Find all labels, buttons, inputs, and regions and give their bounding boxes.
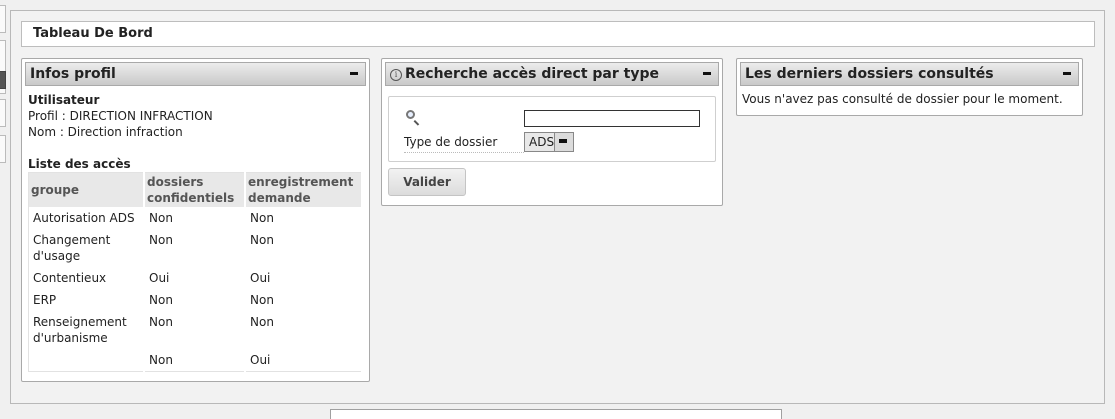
- confidentiels-cell: Non: [144, 289, 246, 311]
- collapse-icon[interactable]: [347, 66, 361, 80]
- column-groupe: groupe: [28, 172, 145, 207]
- type-dossier-value: ADS: [529, 135, 555, 149]
- user-heading: Utilisateur: [28, 93, 100, 107]
- left-nav-tab[interactable]: [0, 135, 6, 163]
- page-title: Tableau De Bord: [21, 21, 1095, 47]
- table-row: Changement d'usage Non Non: [28, 229, 363, 267]
- enregistrement-cell: Non: [245, 311, 363, 349]
- enregistrement-cell: Oui: [245, 349, 363, 372]
- confidentiels-cell: Oui: [144, 267, 246, 289]
- search-input[interactable]: [524, 110, 700, 127]
- profil-widget-header: Infos profil: [25, 62, 366, 86]
- dashboard-container: Tableau De Bord Infos profil Utilisateur…: [10, 10, 1105, 404]
- table-row: Autorisation ADS Non Non: [28, 207, 363, 229]
- confidentiels-cell: Non: [144, 349, 246, 372]
- info-icon: i: [390, 69, 402, 81]
- table-row: Non Oui: [28, 349, 363, 372]
- profil-widget-title: Infos profil: [30, 66, 116, 82]
- left-navigation-edge: [0, 0, 6, 415]
- profil-widget: Infos profil Utilisateur Profil : DIRECT…: [21, 58, 370, 382]
- groupe-cell: [28, 349, 145, 372]
- access-heading: Liste des accès: [28, 157, 131, 171]
- profil-line: Profil : DIRECTION INFRACTION: [28, 109, 213, 123]
- left-nav-tab[interactable]: [0, 99, 6, 127]
- confidentiels-cell: Non: [144, 311, 246, 349]
- derniers-dossiers-message: Vous n'avez pas consulté de dossier pour…: [742, 92, 1063, 106]
- bottom-panel-edge[interactable]: [330, 409, 782, 419]
- collapse-icon[interactable]: [700, 66, 714, 80]
- recherche-widget: i Recherche accès direct par type Type de…: [381, 58, 723, 206]
- column-confidentiels: dossiers confidentiels: [144, 172, 246, 207]
- groupe-cell: Autorisation ADS: [28, 207, 145, 229]
- derniers-dossiers-header: Les derniers dossiers consultés: [740, 62, 1079, 86]
- magnifier-icon: [406, 110, 415, 119]
- access-table-header: groupe dossiers confidentiels enregistrem…: [28, 172, 363, 207]
- access-table: groupe dossiers confidentiels enregistrem…: [28, 172, 363, 372]
- select-arrow-icon[interactable]: [554, 133, 573, 151]
- type-label-divider: [404, 152, 524, 153]
- search-form: Type de dossier ADS: [388, 96, 716, 162]
- enregistrement-cell: Non: [245, 289, 363, 311]
- recherche-widget-title: Recherche accès direct par type: [405, 66, 659, 82]
- confidentiels-cell: Non: [144, 229, 246, 267]
- table-row: Renseignement d'urbanisme Non Non: [28, 311, 363, 349]
- column-enregistrement: enregistrement demande: [245, 172, 363, 207]
- table-row: Contentieux Oui Oui: [28, 267, 363, 289]
- enregistrement-cell: Oui: [245, 267, 363, 289]
- left-nav-active-item[interactable]: [0, 71, 6, 89]
- recherche-widget-header: i Recherche accès direct par type: [385, 62, 719, 86]
- table-row: ERP Non Non: [28, 289, 363, 311]
- groupe-cell: Contentieux: [28, 267, 145, 289]
- nom-line: Nom : Direction infraction: [28, 125, 183, 139]
- groupe-cell: Changement d'usage: [28, 229, 145, 267]
- valider-button[interactable]: Valider: [388, 168, 466, 196]
- left-nav-tab[interactable]: [0, 5, 6, 33]
- collapse-icon[interactable]: [1060, 66, 1074, 80]
- groupe-cell: ERP: [28, 289, 145, 311]
- enregistrement-cell: Non: [245, 207, 363, 229]
- derniers-dossiers-title: Les derniers dossiers consultés: [745, 66, 994, 82]
- profil-widget-body: Utilisateur Profil : DIRECTION INFRACTIO…: [22, 86, 369, 372]
- enregistrement-cell: Non: [245, 229, 363, 267]
- derniers-dossiers-widget: Les derniers dossiers consultés Vous n'a…: [736, 58, 1083, 116]
- type-dossier-label: Type de dossier: [404, 135, 498, 149]
- type-dossier-select[interactable]: ADS: [524, 132, 574, 152]
- groupe-cell: Renseignement d'urbanisme: [28, 311, 145, 349]
- confidentiels-cell: Non: [144, 207, 246, 229]
